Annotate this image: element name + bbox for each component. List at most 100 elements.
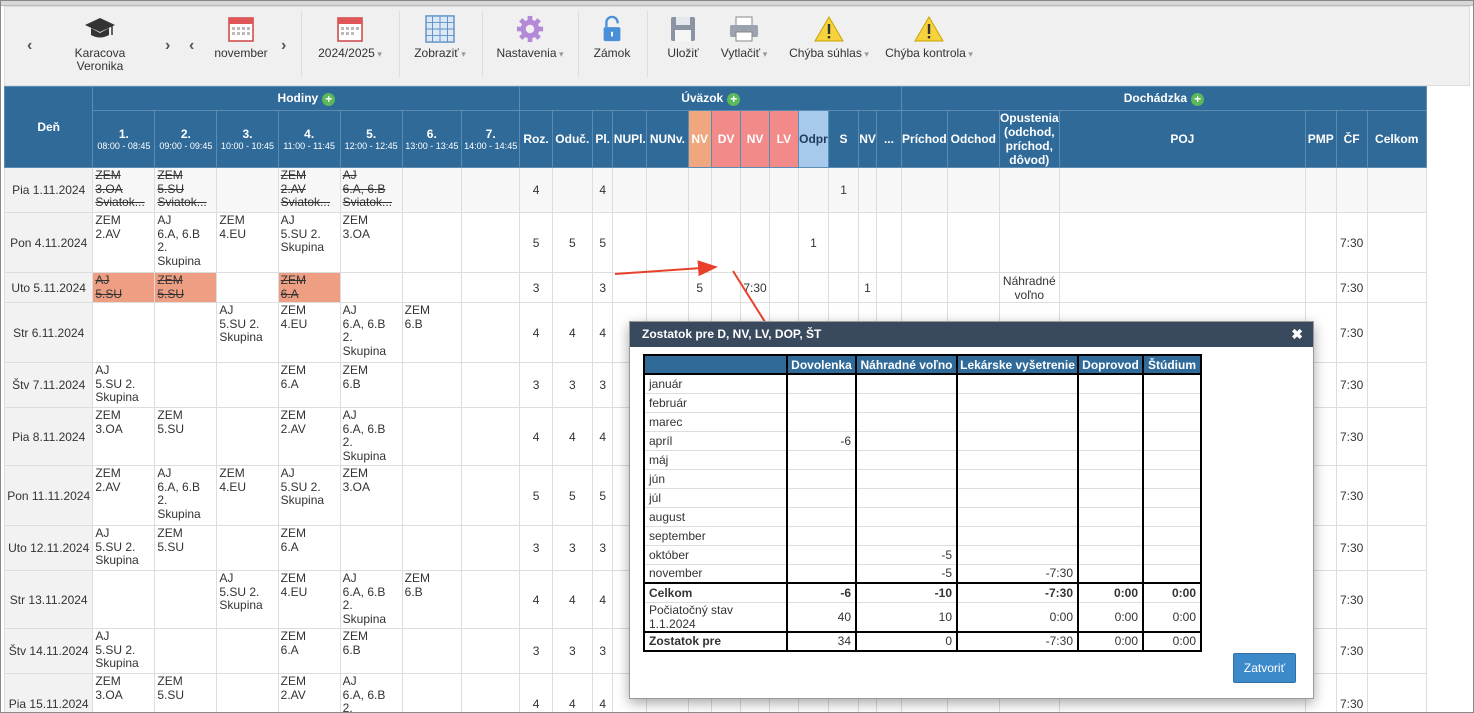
load-cell[interactable]: [710, 272, 742, 303]
add-hours-plus-icon[interactable]: +: [322, 92, 336, 106]
lesson-cell[interactable]: [216, 407, 279, 466]
lesson-cell[interactable]: [401, 465, 462, 526]
lesson-cell[interactable]: ZEM 2.AV: [277, 673, 341, 712]
lesson-cell[interactable]: [401, 167, 462, 213]
lock-button[interactable]: Zámok: [589, 15, 635, 60]
load-cell[interactable]: [612, 212, 648, 273]
settings-menu[interactable]: Nastavenia ▾: [492, 15, 568, 61]
lesson-cell[interactable]: [460, 362, 521, 408]
load-column-header[interactable]: NUPl.: [612, 110, 648, 168]
load-cell[interactable]: [646, 167, 689, 213]
load-cell[interactable]: [858, 167, 877, 213]
attendance-column-header[interactable]: Opustenia (odchod, príchod, dôvod): [998, 110, 1060, 168]
add-load-plus-icon[interactable]: +: [727, 92, 741, 106]
load-cell[interactable]: 4: [551, 570, 593, 629]
lesson-cell[interactable]: ZEM 6.B: [339, 362, 403, 408]
attendance-column-header[interactable]: ČF: [1335, 110, 1368, 168]
load-cell[interactable]: 3: [591, 362, 614, 408]
attendance-cell[interactable]: Náhradné voľno: [998, 272, 1060, 303]
load-cell[interactable]: [612, 167, 648, 213]
lesson-cell[interactable]: [460, 167, 521, 213]
prev-month-arrow-icon[interactable]: ‹: [189, 37, 194, 55]
attendance-cell[interactable]: [901, 167, 948, 213]
lesson-cell[interactable]: AJ 6.A, 6.B 2. Skupina: [154, 465, 218, 526]
lesson-cell[interactable]: AJ 5.SU 2. Skupina: [277, 212, 341, 273]
load-cell[interactable]: 4: [551, 302, 593, 363]
load-cell[interactable]: 4: [519, 673, 553, 712]
load-cell[interactable]: 4: [591, 570, 614, 629]
load-cell[interactable]: 3: [519, 272, 553, 303]
lesson-cell[interactable]: [216, 628, 279, 674]
lesson-cell[interactable]: [460, 628, 521, 674]
load-column-header[interactable]: LV: [768, 110, 799, 168]
load-cell[interactable]: [797, 272, 829, 303]
attendance-cell[interactable]: 7:30: [1335, 272, 1368, 303]
lesson-cell[interactable]: ZEM 6.B: [401, 570, 462, 629]
load-cell[interactable]: [740, 212, 770, 273]
load-column-header[interactable]: Roz.: [519, 110, 553, 168]
load-cell[interactable]: [646, 272, 689, 303]
day-cell[interactable]: Pia 15.11.2024: [3, 673, 94, 712]
attendance-cell[interactable]: 7:30: [1335, 362, 1368, 408]
lesson-cell[interactable]: ZEM 2.AV: [92, 212, 156, 273]
load-cell[interactable]: 4: [591, 407, 614, 466]
load-cell[interactable]: [687, 212, 712, 273]
day-cell[interactable]: Štv 14.11.2024: [3, 628, 94, 674]
load-cell[interactable]: 4: [551, 673, 593, 712]
lesson-cell[interactable]: [460, 525, 521, 571]
load-cell[interactable]: 5: [591, 212, 614, 273]
load-cell[interactable]: [551, 272, 593, 303]
day-cell[interactable]: Str 13.11.2024: [3, 570, 94, 629]
load-cell[interactable]: 4: [591, 167, 614, 213]
attendance-cell[interactable]: [946, 212, 1000, 273]
lesson-cell[interactable]: [92, 570, 156, 629]
load-cell[interactable]: 1: [797, 212, 829, 273]
day-cell[interactable]: Pia 8.11.2024: [3, 407, 94, 466]
load-cell[interactable]: 3: [519, 525, 553, 571]
attendance-cell[interactable]: [1058, 212, 1307, 273]
attendance-cell[interactable]: [1366, 362, 1427, 408]
lesson-cell[interactable]: ZEM 4.EU: [277, 302, 341, 363]
lesson-cell[interactable]: ZEM 5.SU: [154, 407, 218, 466]
load-cell[interactable]: 4: [519, 167, 553, 213]
attendance-cell[interactable]: [1366, 272, 1427, 303]
lesson-cell[interactable]: [216, 167, 279, 213]
load-column-header[interactable]: Pl.: [591, 110, 614, 168]
lesson-cell[interactable]: ZEM 3.OA: [339, 465, 403, 526]
lesson-cell[interactable]: [460, 302, 521, 363]
load-cell[interactable]: 4: [591, 673, 614, 712]
load-cell[interactable]: 3: [591, 628, 614, 674]
attendance-cell[interactable]: [998, 167, 1060, 213]
attendance-cell[interactable]: 7:30: [1335, 407, 1368, 466]
lesson-cell[interactable]: ZEM 4.EU: [277, 570, 341, 629]
load-cell[interactable]: [875, 212, 903, 273]
load-cell[interactable]: [768, 167, 799, 213]
lesson-cell[interactable]: ZEM 6.A: [277, 362, 341, 408]
load-cell[interactable]: 1: [858, 272, 877, 303]
load-cell[interactable]: [687, 167, 712, 213]
attendance-cell[interactable]: [1058, 167, 1307, 213]
lesson-cell[interactable]: [216, 673, 279, 712]
attendance-cell[interactable]: [998, 212, 1060, 273]
load-column-header[interactable]: ...: [875, 110, 903, 168]
attendance-cell[interactable]: [1366, 167, 1427, 213]
lesson-cell[interactable]: [154, 570, 218, 629]
load-cell[interactable]: 5: [687, 272, 712, 303]
attendance-column-header[interactable]: Odchod: [946, 110, 1000, 168]
display-menu[interactable]: Zobraziť ▾: [407, 15, 473, 61]
print-menu[interactable]: Vytlačiť ▾: [713, 15, 775, 61]
load-column-header[interactable]: DV: [710, 110, 742, 168]
attendance-cell[interactable]: [1366, 570, 1427, 629]
lesson-cell[interactable]: [216, 272, 279, 303]
lesson-cell[interactable]: ZEM 6.B: [339, 628, 403, 674]
attendance-cell[interactable]: [1335, 167, 1368, 213]
lesson-cell[interactable]: AJ 6.A, 6.B 2. Skupina: [339, 673, 403, 712]
lesson-cell[interactable]: [401, 407, 462, 466]
lesson-cell[interactable]: AJ 5.SU 2. Skupina: [216, 302, 279, 363]
attendance-column-header[interactable]: Príchod: [901, 110, 948, 168]
next-month-arrow-icon[interactable]: ›: [281, 37, 286, 55]
lesson-cell[interactable]: AJ 5.SU 2. Skupina: [92, 362, 156, 408]
attendance-column-header[interactable]: PMP: [1305, 110, 1337, 168]
lesson-cell[interactable]: ZEM 2.AV: [277, 407, 341, 466]
day-cell[interactable]: Uto 12.11.2024: [3, 525, 94, 571]
